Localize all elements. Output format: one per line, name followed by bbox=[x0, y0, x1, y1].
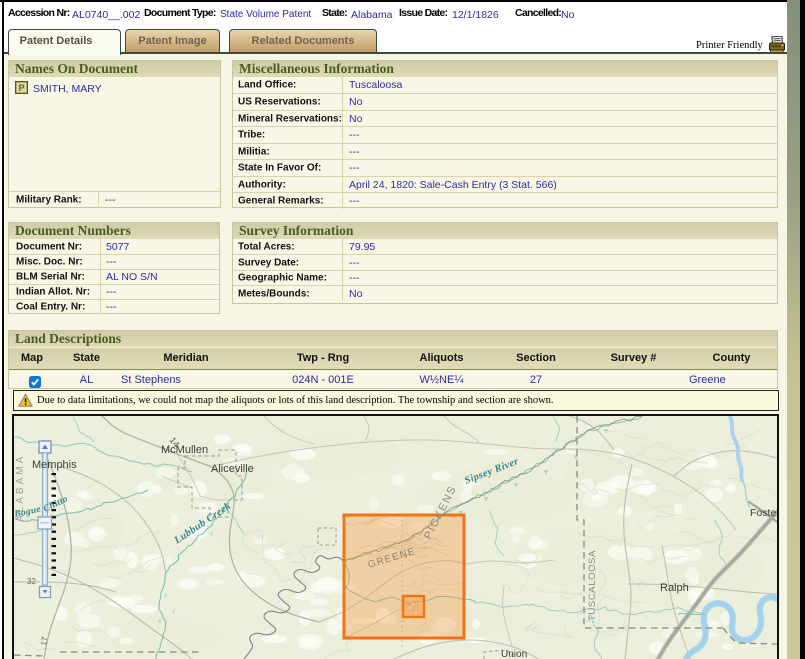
svg-text:Ralph: Ralph bbox=[660, 582, 689, 594]
svg-text:Union: Union bbox=[501, 649, 527, 659]
svg-text:Aliceville: Aliceville bbox=[211, 463, 254, 475]
svg-text:Fosters: Fosters bbox=[750, 507, 777, 519]
svg-text:P: P bbox=[18, 83, 24, 93]
svg-text:TUSCALOOSA: TUSCALOOSA bbox=[587, 550, 598, 621]
svg-text:Memphis: Memphis bbox=[32, 459, 77, 471]
svg-text:32: 32 bbox=[27, 577, 36, 586]
svg-text:McMullen: McMullen bbox=[161, 444, 208, 456]
